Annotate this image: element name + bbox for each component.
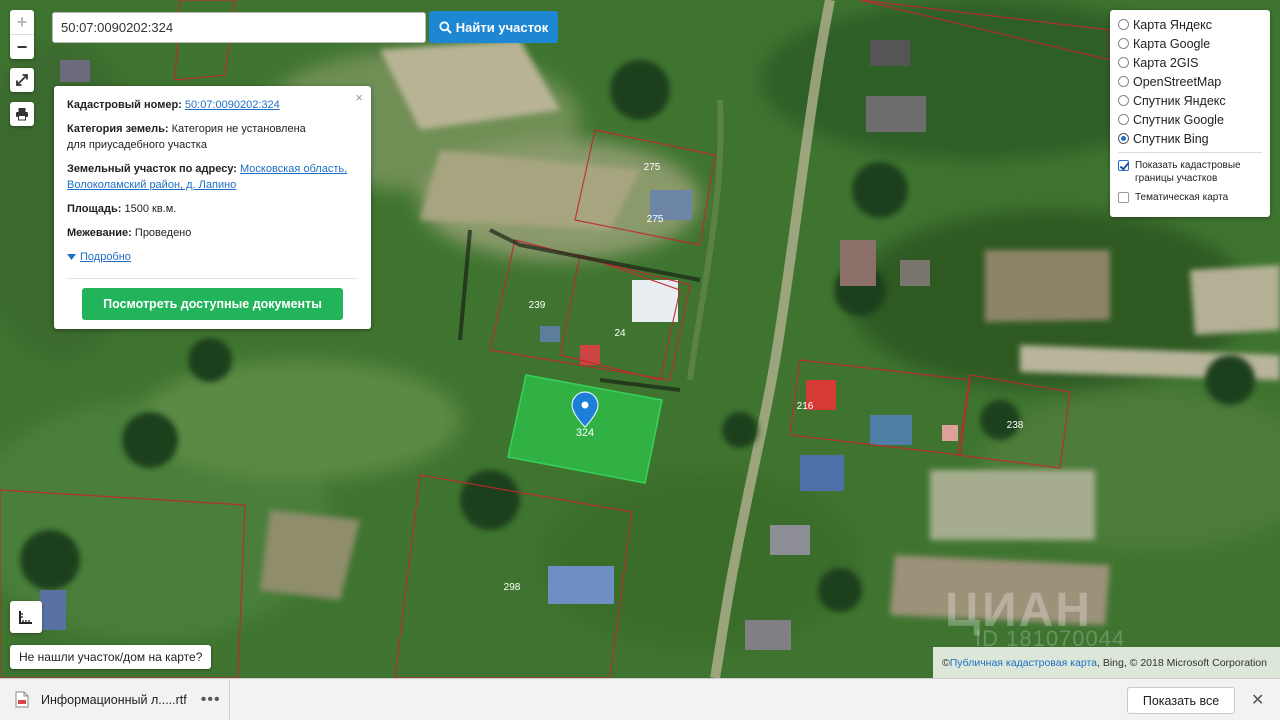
layer-option-bing-satellite[interactable]: Спутник Bing bbox=[1118, 129, 1262, 148]
land-category-label: Категория земель: bbox=[67, 123, 169, 135]
document-file-icon bbox=[15, 691, 29, 708]
cadastral-search-input[interactable] bbox=[52, 12, 426, 43]
address-link-locality[interactable]: Волоколамский район, д. Лапино bbox=[67, 179, 236, 191]
parcel-info-popup: × Кадастровый номер: 50:07:0090202:324 К… bbox=[54, 86, 371, 329]
parcel-label: 239 bbox=[529, 300, 546, 311]
show-all-downloads-button[interactable]: Показать все bbox=[1127, 687, 1235, 714]
caret-down-icon bbox=[67, 253, 76, 260]
attribution-suffix: , Bing, © 2018 Microsoft Corporation bbox=[1097, 656, 1267, 669]
layer-option-label: Карта 2GIS bbox=[1133, 55, 1199, 70]
layer-option-osm[interactable]: OpenStreetMap bbox=[1118, 72, 1262, 91]
map-layers-panel: Карта Яндекс Карта Google Карта 2GIS Ope… bbox=[1110, 10, 1270, 217]
download-item[interactable]: Информационный л.....rtf ••• bbox=[0, 678, 230, 720]
cadastral-number-row: Кадастровый номер: 50:07:0090202:324 bbox=[67, 97, 357, 113]
area-value: 1500 кв.м. bbox=[124, 203, 177, 215]
show-cadastral-borders-label: Показать кадастровые границы участков bbox=[1135, 160, 1241, 184]
downloads-bar: Информационный л.....rtf ••• Показать вс… bbox=[0, 678, 1280, 720]
parcel-label-selected: 324 bbox=[576, 427, 594, 439]
map-attribution: © Публичная кадастровая карта , Bing, © … bbox=[933, 647, 1280, 678]
layer-option-label: Спутник Bing bbox=[1133, 131, 1209, 146]
thematic-map-checkbox[interactable]: Тематическая карта bbox=[1118, 191, 1262, 204]
zoom-in-button[interactable]: + bbox=[10, 10, 34, 34]
radio-icon bbox=[1118, 76, 1129, 87]
parcel-label: 298 bbox=[504, 582, 521, 593]
view-documents-button[interactable]: Посмотреть доступные документы bbox=[82, 288, 343, 320]
address-row: Земельный участок по адресу: Московская … bbox=[67, 161, 357, 193]
checkbox-icon bbox=[1118, 192, 1129, 203]
find-parcel-button[interactable]: Найти участок bbox=[429, 11, 558, 43]
cadastral-number-link[interactable]: 50:07:0090202:324 bbox=[185, 99, 280, 111]
zoom-out-button[interactable]: − bbox=[10, 35, 34, 59]
print-button[interactable] bbox=[10, 102, 34, 126]
radio-selected-icon bbox=[1118, 133, 1129, 144]
print-control bbox=[10, 102, 34, 126]
survey-value: Проведено bbox=[134, 227, 192, 239]
layer-option-yandex-map[interactable]: Карта Яндекс bbox=[1118, 15, 1262, 34]
parcel-label: 275 bbox=[647, 214, 664, 225]
show-cadastral-borders-checkbox[interactable]: Показать кадастровые границы участков bbox=[1118, 159, 1262, 185]
ruler-icon bbox=[19, 611, 32, 624]
parcel-label: 275 bbox=[644, 162, 661, 173]
thematic-map-label: Тематическая карта bbox=[1135, 192, 1229, 203]
radio-icon bbox=[1118, 95, 1129, 106]
popup-divider bbox=[67, 278, 357, 279]
fullscreen-button[interactable] bbox=[10, 68, 34, 92]
address-link-region[interactable]: Московская область, bbox=[240, 163, 347, 175]
measure-tool-button[interactable] bbox=[10, 601, 42, 633]
find-parcel-label: Найти участок bbox=[455, 19, 549, 35]
parcel-label: 24 bbox=[614, 328, 626, 339]
area-label: Площадь: bbox=[67, 203, 122, 215]
details-toggle-label: Подробно bbox=[80, 251, 131, 263]
radio-icon bbox=[1118, 38, 1129, 49]
address-label: Земельный участок по адресу: bbox=[67, 163, 237, 175]
radio-icon bbox=[1118, 114, 1129, 125]
search-icon bbox=[439, 20, 452, 34]
layer-option-yandex-satellite[interactable]: Спутник Яндекс bbox=[1118, 91, 1262, 110]
land-category-row: Категория земель: Категория не установле… bbox=[67, 121, 357, 153]
report-missing-parcel-button[interactable]: Не нашли участок/дом на карте? bbox=[10, 645, 212, 669]
land-category-value-2: для приусадебного участка bbox=[67, 139, 207, 151]
area-row: Площадь: 1500 кв.м. bbox=[67, 201, 357, 217]
layer-option-google-satellite[interactable]: Спутник Google bbox=[1118, 110, 1262, 129]
layer-option-label: Спутник Яндекс bbox=[1133, 93, 1226, 108]
download-options-button[interactable]: ••• bbox=[201, 691, 221, 709]
zoom-control: + − bbox=[10, 10, 34, 59]
layer-option-label: Спутник Google bbox=[1133, 112, 1224, 127]
fullscreen-control bbox=[10, 68, 34, 92]
close-downloads-bar-button[interactable]: ✕ bbox=[1251, 690, 1264, 710]
layer-option-label: Карта Яндекс bbox=[1133, 17, 1212, 32]
popup-close-button[interactable]: × bbox=[355, 90, 363, 106]
details-toggle[interactable]: Подробно bbox=[67, 249, 131, 265]
parcel-label: 238 bbox=[1007, 420, 1024, 431]
layer-option-label: Карта Google bbox=[1133, 36, 1211, 51]
radio-icon bbox=[1118, 57, 1129, 68]
land-category-value: Категория не установлена bbox=[171, 123, 306, 135]
survey-row: Межевание: Проведено bbox=[67, 225, 357, 241]
download-file-name: Информационный л.....rtf bbox=[41, 692, 187, 707]
attribution-link[interactable]: Публичная кадастровая карта bbox=[950, 657, 1097, 669]
layers-divider bbox=[1118, 152, 1262, 153]
parcel-label: 216 bbox=[797, 401, 814, 412]
survey-label: Межевание: bbox=[67, 227, 132, 239]
checkbox-checked-icon bbox=[1118, 160, 1129, 171]
radio-icon bbox=[1118, 19, 1129, 30]
layer-option-2gis-map[interactable]: Карта 2GIS bbox=[1118, 53, 1262, 72]
cadastral-number-label: Кадастровый номер: bbox=[67, 99, 182, 111]
printer-icon bbox=[16, 108, 28, 121]
layer-option-label: OpenStreetMap bbox=[1133, 74, 1222, 89]
layer-option-google-map[interactable]: Карта Google bbox=[1118, 34, 1262, 53]
expand-icon bbox=[16, 74, 28, 86]
attribution-prefix: © bbox=[942, 656, 950, 669]
